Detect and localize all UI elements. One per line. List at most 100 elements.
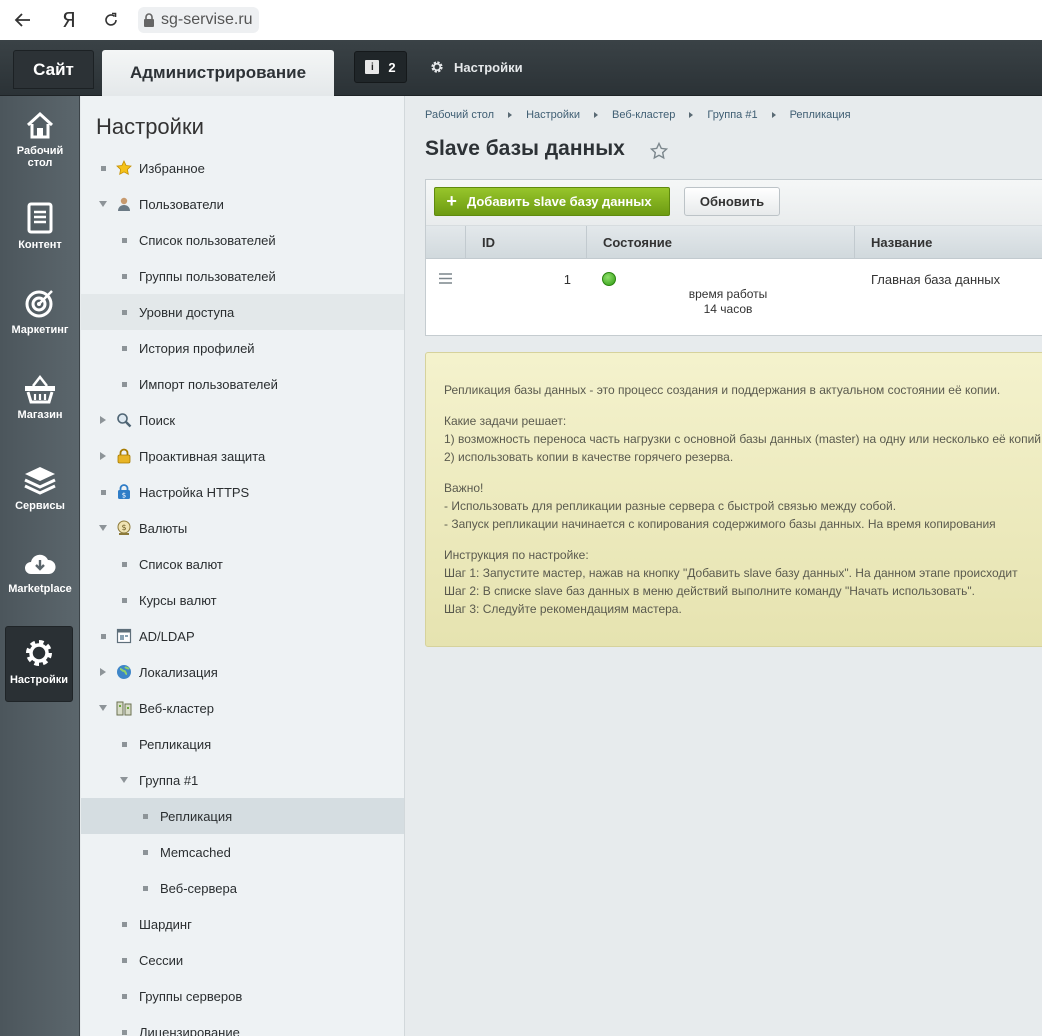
menu-settings[interactable]: Настройки — [5, 626, 73, 702]
magnifier-icon — [115, 412, 132, 429]
star-icon — [115, 160, 132, 177]
grid-header-name[interactable]: Название — [855, 226, 1042, 258]
sidebar-item-proactive[interactable]: Проактивная защита — [81, 438, 404, 474]
menu-services[interactable]: Сервисы — [0, 465, 80, 512]
bullet-icon — [140, 811, 150, 821]
refresh-button[interactable]: Обновить — [684, 187, 780, 216]
notifications-button[interactable]: i 2 — [354, 51, 407, 83]
directory-icon — [115, 628, 132, 645]
back-arrow-icon[interactable] — [11, 8, 35, 32]
row-actions-menu-icon[interactable] — [439, 272, 452, 287]
cloud-download-icon — [0, 550, 80, 578]
breadcrumb-separator-icon — [594, 112, 598, 118]
info-line: Шаг 3: Следуйте рекомендациям мастера. — [444, 602, 682, 616]
sidebar-item-web-servers[interactable]: Веб-сервера — [81, 870, 404, 906]
menu-desktop-label: Рабочий стол — [16, 145, 64, 169]
breadcrumb-separator-icon — [508, 112, 513, 118]
sidebar-item-favorites[interactable]: Избранное — [81, 150, 404, 186]
yandex-logo-icon[interactable]: Я — [57, 8, 81, 32]
tab-admin[interactable]: Администрирование — [102, 50, 334, 96]
main-icon-menu: Рабочий стол Контент Маркетинг Магазин С… — [0, 96, 80, 1036]
table-row[interactable]: 1 время работы 14 часов Главная база дан… — [426, 260, 1042, 337]
menu-desktop[interactable]: Рабочий стол — [0, 110, 80, 169]
menu-marketplace[interactable]: Marketplace — [0, 550, 80, 595]
info-note: Репликация базы данных - это процесс соз… — [425, 352, 1042, 647]
grid-header-status[interactable]: Состояние — [587, 226, 855, 258]
breadcrumb-item[interactable]: Группа #1 — [707, 109, 757, 121]
status-online-icon — [602, 272, 616, 286]
status-uptime-value: 14 часов — [703, 302, 753, 316]
notification-icon: i — [365, 60, 380, 74]
document-icon — [0, 202, 80, 234]
info-line: Шаг 1: Запустите мастер, нажав на кнопку… — [444, 566, 1018, 580]
layers-icon — [0, 465, 80, 495]
bullet-icon — [98, 631, 108, 641]
collapse-arrow-icon — [98, 415, 108, 425]
sidebar-item-user-list[interactable]: Список пользователей — [81, 222, 404, 258]
bullet-icon — [119, 919, 129, 929]
svg-text:$: $ — [121, 523, 126, 532]
sidebar-item-group-replication[interactable]: Репликация — [81, 798, 404, 834]
info-line: 2) использовать копии в качестве горячег… — [444, 450, 734, 464]
bullet-icon — [119, 991, 129, 1001]
sidebar-item-users[interactable]: Пользователи — [81, 186, 404, 222]
top-settings-link[interactable]: Настройки — [430, 57, 523, 77]
slave-db-grid: + Добавить slave базу данных Обновить ID… — [425, 179, 1042, 336]
sidebar-item-server-groups[interactable]: Группы серверов — [81, 978, 404, 1014]
sidebar-item-access-levels[interactable]: Уровни доступа — [81, 294, 404, 330]
menu-content-label: Контент — [18, 239, 62, 251]
url-text: sg-servise.ru — [161, 11, 253, 28]
breadcrumb-item[interactable]: Рабочий стол — [425, 109, 494, 121]
breadcrumb-item[interactable]: Настройки — [526, 109, 580, 121]
breadcrumb-separator-icon — [689, 112, 694, 118]
reload-icon[interactable] — [99, 8, 123, 32]
sidebar-item-web-cluster[interactable]: Веб-кластер — [81, 690, 404, 726]
lock-icon — [115, 448, 132, 465]
breadcrumb-item[interactable]: Веб-кластер — [612, 109, 675, 121]
plus-icon: + — [446, 191, 457, 211]
sidebar-item-user-import[interactable]: Импорт пользователей — [81, 366, 404, 402]
menu-shop[interactable]: Магазин — [0, 374, 80, 421]
address-bar[interactable]: sg-servise.ru — [138, 7, 259, 33]
sidebar-item-replication[interactable]: Репликация — [81, 726, 404, 762]
page-title: Slave базы данных — [425, 137, 625, 160]
breadcrumb-item[interactable]: Репликация — [790, 109, 851, 121]
tab-site[interactable]: Сайт — [13, 50, 94, 89]
gear-icon — [431, 61, 443, 73]
grid-header-id[interactable]: ID — [466, 226, 587, 258]
admin-top-panel: Сайт Администрирование i 2 Настройки — [0, 40, 1042, 96]
top-settings-label: Настройки — [454, 59, 523, 75]
notifications-count: 2 — [388, 59, 396, 75]
menu-marketing[interactable]: Маркетинг — [0, 287, 80, 336]
bullet-icon — [119, 343, 129, 353]
favorite-star-icon[interactable] — [649, 141, 669, 163]
menu-services-label: Сервисы — [15, 500, 65, 512]
sidebar-item-currencies[interactable]: $ Валюты — [81, 510, 404, 546]
cell-name: Главная база данных — [871, 272, 1001, 287]
sidebar-item-group-1[interactable]: Группа #1 — [81, 762, 404, 798]
sidebar-item-currency-rates[interactable]: Курсы валют — [81, 582, 404, 618]
sidebar-item-ldap[interactable]: AD/LDAP — [81, 618, 404, 654]
sidebar-item-search[interactable]: Поиск — [81, 402, 404, 438]
info-line: Важно! — [444, 481, 484, 495]
expand-arrow-icon — [98, 523, 108, 533]
info-line: Шаг 2: В списке slave баз данных в меню … — [444, 584, 975, 598]
sidebar-item-currency-list[interactable]: Список валют — [81, 546, 404, 582]
add-slave-db-button[interactable]: + Добавить slave базу данных — [434, 187, 670, 216]
sidebar-item-user-groups[interactable]: Группы пользователей — [81, 258, 404, 294]
bullet-icon — [119, 739, 129, 749]
sidebar-item-licensing[interactable]: Лицензирование — [81, 1014, 404, 1036]
sidebar-item-localization[interactable]: Локализация — [81, 654, 404, 690]
info-line: Какие задачи решает: — [444, 414, 567, 428]
sidebar-item-sessions[interactable]: Сессии — [81, 942, 404, 978]
status-uptime-label: время работы — [688, 287, 768, 301]
sidebar-item-sharding[interactable]: Шардинг — [81, 906, 404, 942]
sidebar-item-memcached[interactable]: Memcached — [81, 834, 404, 870]
bullet-icon — [119, 595, 129, 605]
bullet-icon — [98, 163, 108, 173]
gear-icon — [6, 637, 72, 669]
sidebar-item-profile-history[interactable]: История профилей — [81, 330, 404, 366]
menu-shop-label: Магазин — [17, 409, 63, 421]
sidebar-item-https[interactable]: $ Настройка HTTPS — [81, 474, 404, 510]
menu-content[interactable]: Контент — [0, 202, 80, 251]
